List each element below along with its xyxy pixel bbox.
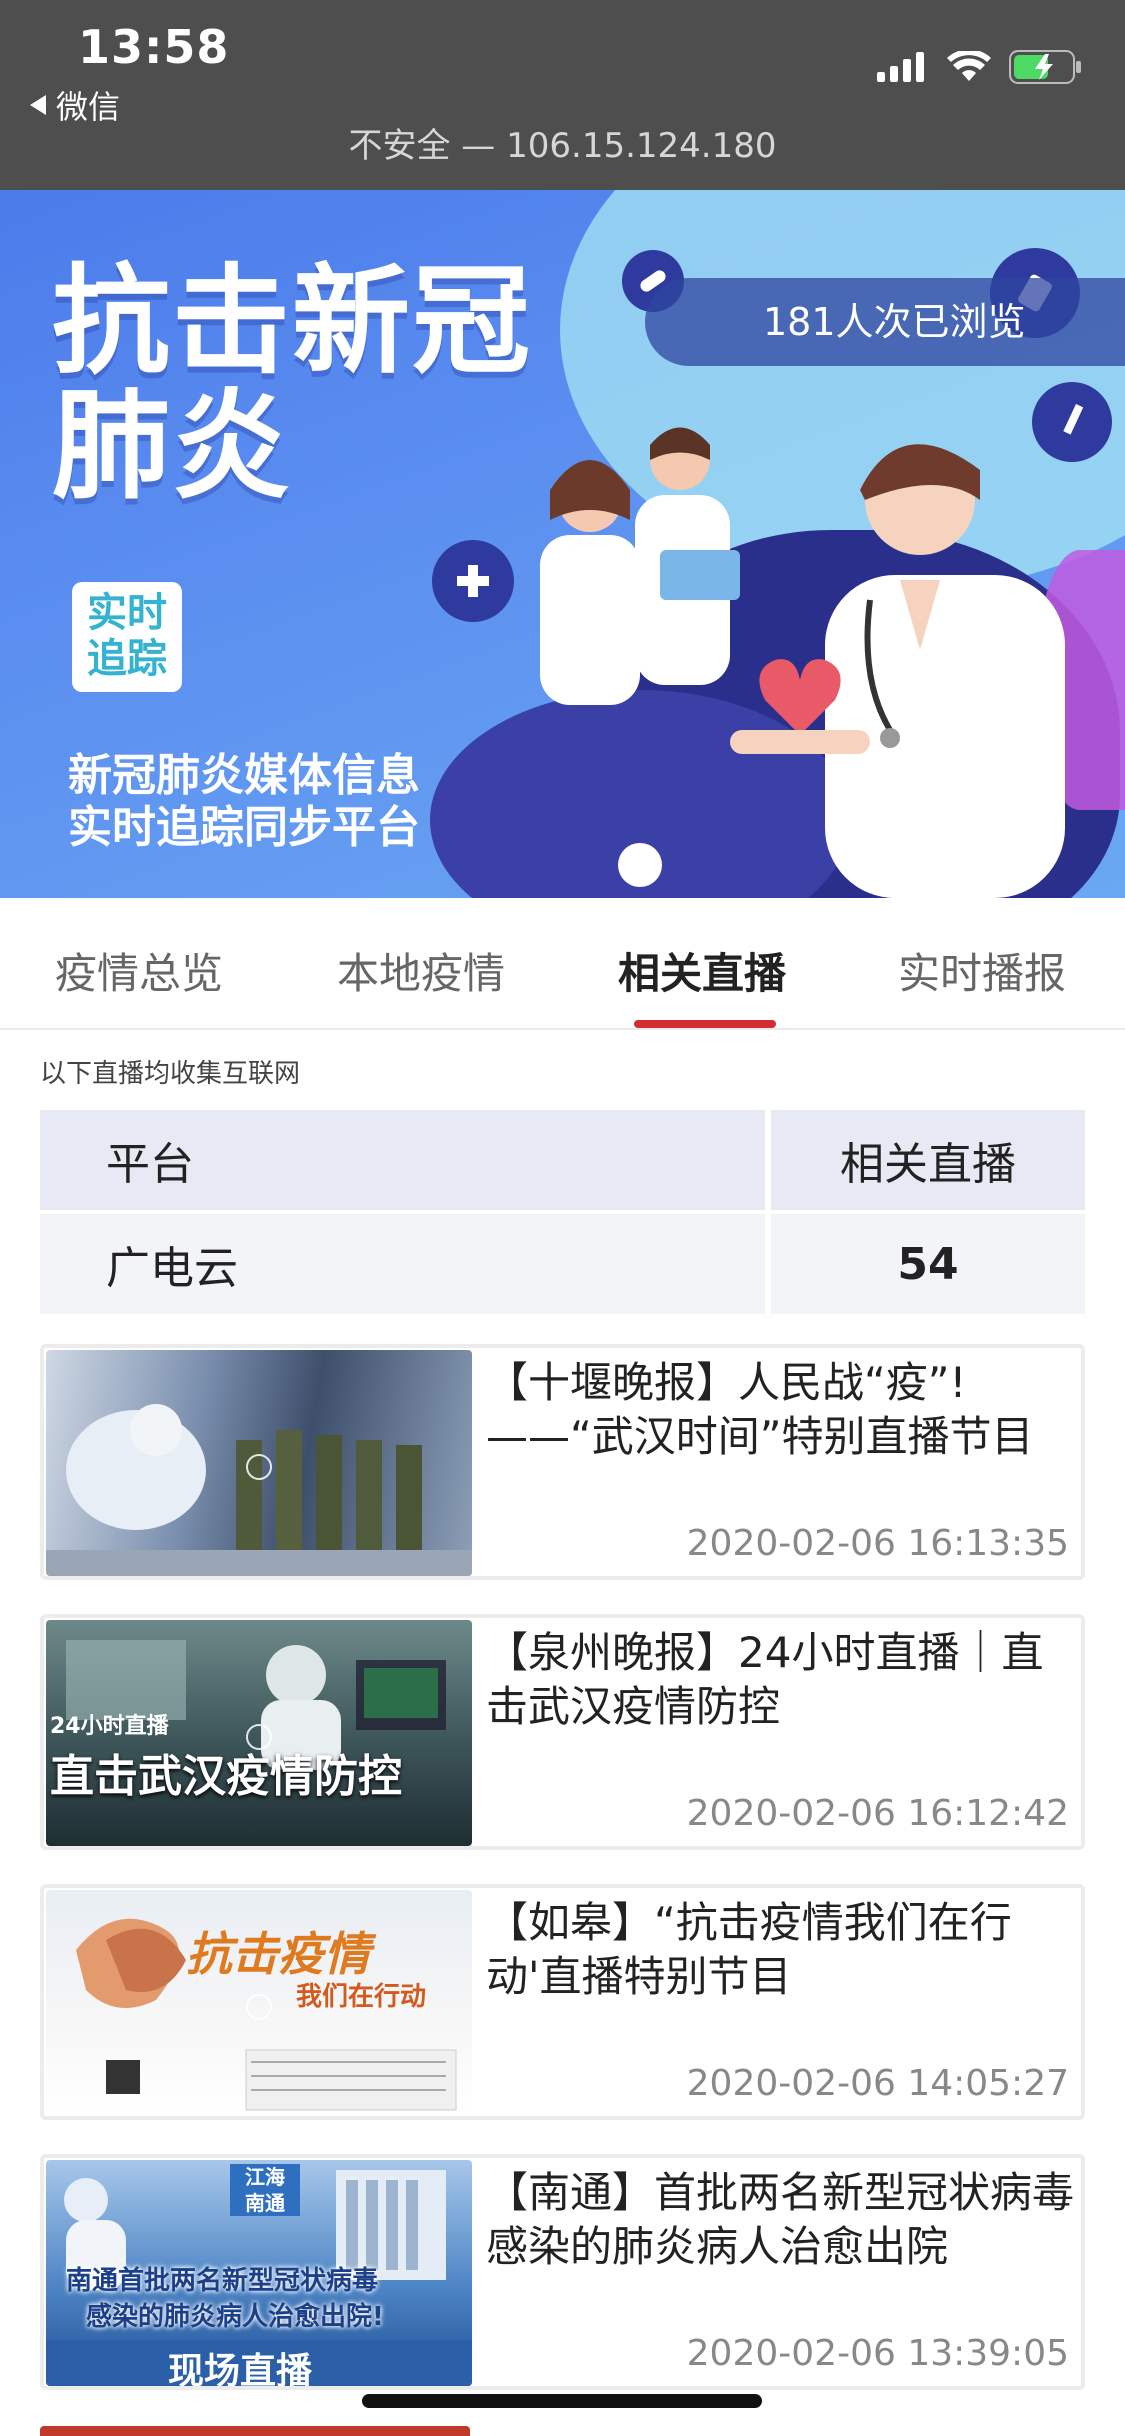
realtime-tag-line2: 追踪 bbox=[87, 636, 167, 682]
syringe-icon bbox=[1032, 382, 1112, 462]
table-cell-live-count: 54 bbox=[897, 1238, 959, 1290]
realtime-tag-line1: 实时 bbox=[87, 590, 167, 636]
thumbnail-caption: 抗击疫情 bbox=[186, 1927, 370, 1981]
news-card[interactable]: 江海 南通 南通首批两名新型冠状病毒 感染的肺炎病人治愈出院! 现场直播 【南通… bbox=[40, 2154, 1085, 2390]
news-date: 2020-02-06 16:12:42 bbox=[686, 1793, 1069, 1834]
table-cell-platform: 广电云 bbox=[40, 1214, 771, 1314]
platform-table: 平台 相关直播 广电云 54 bbox=[40, 1110, 1085, 1314]
news-title: 【如皋】“抗击疫情我们在行动'直播特别节目 bbox=[486, 1898, 1012, 2001]
thumbnail-caption-small: 24小时直播 bbox=[50, 1714, 169, 1739]
news-date: 2020-02-06 16:13:35 bbox=[686, 1523, 1069, 1564]
doctors-illustration bbox=[540, 427, 1065, 898]
news-date: 2020-02-06 13:39:05 bbox=[686, 2333, 1069, 2374]
thumbnail-badge: 江海 南通 bbox=[230, 2164, 300, 2216]
tab-overview[interactable]: 疫情总览 bbox=[55, 940, 223, 1001]
table-header-platform: 平台 bbox=[40, 1110, 771, 1210]
banner-subtitle-line2: 实时追踪同步平台 bbox=[68, 802, 420, 853]
banner-title-line1: 抗击新冠 bbox=[52, 252, 533, 390]
table-header-live-count: 相关直播 bbox=[840, 1139, 1016, 1190]
news-date: 2020-02-06 14:05:27 bbox=[686, 2063, 1069, 2104]
browser-status-bar: 13:58 微信 不安全 — 106.15.124.180 bbox=[0, 0, 1125, 190]
thumbnail-caption-line3: 现场直播 bbox=[168, 2351, 313, 2386]
medical-cross-icon bbox=[432, 540, 514, 622]
news-thumbnail: 24小时直播 直击武汉疫情防控 bbox=[46, 1620, 472, 1846]
tab-local[interactable]: 本地疫情 bbox=[337, 940, 505, 1001]
address-bar-url[interactable]: 不安全 — 106.15.124.180 bbox=[0, 118, 1125, 167]
table-header-row: 平台 相关直播 bbox=[40, 1110, 1085, 1210]
news-title: 【泉州晚报】24小时直播｜直击武汉疫情防控 bbox=[486, 1628, 1044, 1731]
news-card[interactable]: 24小时直播 直击武汉疫情防控 【泉州晚报】24小时直播｜直击武汉疫情防控 20… bbox=[40, 1614, 1085, 1850]
thumbnail-caption: 直击武汉疫情防控 bbox=[50, 1751, 402, 1802]
active-tab-indicator bbox=[634, 1020, 776, 1028]
thumbnail-caption-line1: 南通首批两名新型冠状病毒 bbox=[66, 2266, 379, 2296]
tab-live-streams[interactable]: 相关直播 bbox=[618, 940, 786, 1001]
next-news-card-edge[interactable] bbox=[40, 2426, 470, 2436]
hero-banner: 抗击新冠 肺炎 实时 追踪 新冠肺炎媒体信息 实时追踪同步平台 181人次已浏览 bbox=[0, 190, 1125, 898]
wifi-icon bbox=[947, 51, 991, 81]
table-row[interactable]: 广电云 54 bbox=[40, 1214, 1085, 1314]
source-note: 以下直播均收集互联网 bbox=[40, 1059, 301, 1089]
view-count-badge: 181人次已浏览 bbox=[645, 278, 1125, 366]
thumbnail-caption-line2: 感染的肺炎病人治愈出院! bbox=[86, 2302, 384, 2332]
news-thumbnail bbox=[46, 1350, 472, 1576]
news-card[interactable]: 【十堰晚报】人民战“疫”!——“武汉时间”特别直播节目 2020-02-06 1… bbox=[40, 1344, 1085, 1580]
play-icon bbox=[246, 1994, 272, 2020]
banner-title-line2: 肺炎 bbox=[52, 377, 293, 515]
realtime-tag: 实时 追踪 bbox=[72, 582, 182, 692]
news-thumbnail: 抗击疫情 我们在行动 bbox=[46, 1890, 472, 2116]
battery-charging-icon bbox=[1009, 50, 1081, 84]
banner-subtitle-line1: 新冠肺炎媒体信息 bbox=[68, 750, 420, 801]
news-card[interactable]: 抗击疫情 我们在行动 【如皋】“抗击疫情我们在行动'直播特别节目 2020-02… bbox=[40, 1884, 1085, 2120]
news-title: 【十堰晚报】人民战“疫”!——“武汉时间”特别直播节目 bbox=[486, 1358, 1034, 1461]
news-thumbnail: 江海 南通 南通首批两名新型冠状病毒 感染的肺炎病人治愈出院! 现场直播 bbox=[46, 2160, 472, 2386]
tab-realtime-news[interactable]: 实时播报 bbox=[898, 940, 1066, 1001]
back-arrow-icon bbox=[30, 95, 46, 115]
home-indicator[interactable] bbox=[362, 2394, 762, 2408]
signal-icon bbox=[877, 52, 924, 82]
section-tabs: 疫情总览 本地疫情 相关直播 实时播报 bbox=[0, 898, 1125, 1030]
banner-subtitle: 新冠肺炎媒体信息 实时追踪同步平台 bbox=[68, 750, 420, 854]
news-title: 【南通】首批两名新型冠状病毒感染的肺炎病人治愈出院 bbox=[486, 2168, 1075, 2271]
status-time: 13:58 bbox=[78, 20, 230, 74]
system-icons bbox=[877, 50, 1083, 84]
play-icon bbox=[246, 1454, 272, 1480]
thumbnail-caption-sub: 我们在行动 bbox=[296, 1982, 427, 2012]
